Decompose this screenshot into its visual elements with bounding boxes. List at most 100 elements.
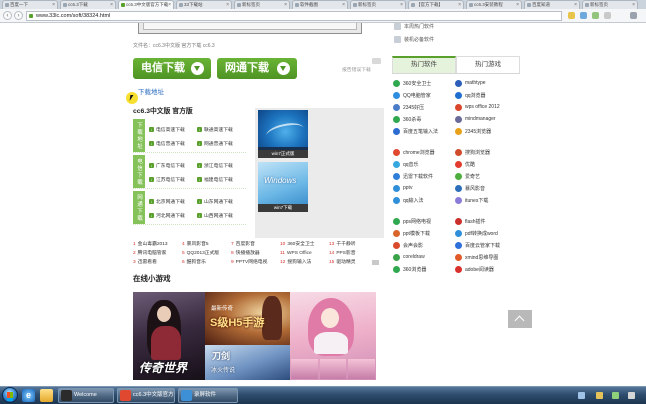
close-icon[interactable]: × <box>574 1 577 9</box>
sidebar-software-item[interactable]: 360安全卫士 <box>393 77 455 89</box>
game-banner[interactable]: 刀剑 冰火传说 <box>205 345 290 380</box>
start-button[interactable] <box>2 387 18 403</box>
download-link[interactable]: ↓ 江苏电信下载 <box>149 172 197 186</box>
close-icon[interactable]: × <box>632 1 635 9</box>
download-link[interactable]: ↓ 广东电信下载 <box>149 158 197 172</box>
download-group-tab[interactable]: 电信下载 <box>133 155 145 188</box>
list-item[interactable]: 14 PPS影音 <box>329 249 378 258</box>
browser-tab[interactable]: cc6.3安装教程 × <box>466 0 522 9</box>
download-link[interactable]: ↓ 联通高速下载 <box>197 122 245 136</box>
sidebar-software-item[interactable]: flash插件 <box>455 215 517 227</box>
menu-icon[interactable] <box>630 12 637 19</box>
sidebar-tab[interactable]: 热门软件 <box>392 56 456 73</box>
sidebar-software-item[interactable]: qq输入法 <box>393 194 455 206</box>
browser-tab[interactable]: 新标签页 × <box>234 0 290 9</box>
list-item[interactable]: 3 迅雷看看 <box>133 258 182 267</box>
taskbar-window-button[interactable]: 录屏软件 <box>178 388 238 403</box>
browser-tab[interactable]: 百度知道 × <box>524 0 580 9</box>
browser-tab[interactable]: 新标签页 × <box>350 0 406 9</box>
ad-marker-icon[interactable] <box>372 260 379 265</box>
list-item[interactable]: 13 千千静听 <box>329 240 378 249</box>
close-icon[interactable]: × <box>168 1 171 9</box>
browser-tab[interactable]: cc6.3中文版官方下载 × <box>118 0 174 9</box>
close-icon[interactable]: × <box>516 1 519 9</box>
tray-icon[interactable] <box>578 392 585 399</box>
sidebar-software-item[interactable]: coreldraw <box>393 251 455 263</box>
extension-icon[interactable] <box>592 12 599 19</box>
sidebar-software-item[interactable]: mathtype <box>455 77 517 89</box>
sidebar-software-item[interactable]: pdf转换成word <box>455 227 517 239</box>
close-icon[interactable]: × <box>284 1 287 9</box>
download-link[interactable]: ↓ 网通普通下载 <box>197 136 245 150</box>
screenshot-thumbnail[interactable]: win7正式版 <box>258 110 308 158</box>
sidebar-software-item[interactable]: 360杀毒 <box>393 113 455 125</box>
sidebar-link[interactable]: 装机必备软件 <box>394 36 434 43</box>
download-group-tab[interactable]: 网通下载 <box>133 191 145 224</box>
list-item[interactable]: 1 金山毒霸2013 <box>133 240 182 249</box>
sidebar-software-item[interactable]: 迅雷下载软件 <box>393 170 455 182</box>
sidebar-link[interactable]: 本周热门软件 <box>394 23 434 30</box>
browser-tab[interactable]: 33下载站 × <box>176 0 232 9</box>
download-group-tab[interactable]: 下载地址 <box>133 119 145 152</box>
sidebar-tab[interactable]: 热门游戏 <box>456 56 520 73</box>
list-item[interactable]: 12 搜狗输入法 <box>280 258 329 267</box>
tray-icon[interactable] <box>628 392 635 399</box>
telecom-download-button[interactable]: 电信下载 <box>133 58 211 79</box>
sidebar-software-item[interactable]: 360浏览器 <box>393 263 455 275</box>
sidebar-software-item[interactable]: pptv <box>393 182 455 194</box>
sidebar-software-item[interactable]: pps网络电视 <box>393 215 455 227</box>
browser-tab[interactable]: 新标签页 × <box>582 0 638 9</box>
sidebar-software-item[interactable]: qq音乐 <box>393 158 455 170</box>
game-banner[interactable]: 最新传奇 S级H5手游 <box>205 292 290 345</box>
close-icon[interactable]: × <box>458 1 461 9</box>
folder-icon[interactable] <box>40 389 53 402</box>
download-link[interactable]: ↓ 山西网通下载 <box>197 208 245 222</box>
tray-icon[interactable] <box>596 392 603 399</box>
sidebar-software-item[interactable]: adobe阅读器 <box>455 263 517 275</box>
list-item[interactable]: 10 360安全卫士 <box>280 240 329 249</box>
sidebar-software-item[interactable]: xmind思维导图 <box>455 251 517 263</box>
report-icon[interactable] <box>372 58 381 64</box>
back-arrow-icon[interactable]: ‹ <box>3 11 12 20</box>
back-to-top-button[interactable] <box>508 310 532 328</box>
taskbar-window-button[interactable]: cc6.3中文版官方下载 - Google Chrome <box>117 388 175 403</box>
download-address-link[interactable]: 下载地址 <box>138 86 164 96</box>
taskbar-window-button[interactable]: Welcome <box>58 388 114 403</box>
list-item[interactable]: 2 腾讯电脑管家 <box>133 249 182 258</box>
list-item[interactable]: 7 百度影音 <box>231 240 280 249</box>
download-link[interactable]: ↓ 河北网通下载 <box>149 208 197 222</box>
extension-icon[interactable] <box>580 12 587 19</box>
close-icon[interactable]: × <box>342 1 345 9</box>
list-item[interactable]: 4 暴风影音5 <box>182 240 231 249</box>
sidebar-software-item[interactable]: 暴风影音 <box>455 182 517 194</box>
close-icon[interactable]: × <box>400 1 403 9</box>
close-icon[interactable]: × <box>52 1 55 9</box>
extension-icon[interactable] <box>604 12 611 19</box>
internet-explorer-icon[interactable]: e <box>22 389 35 402</box>
report-error-link[interactable]: 报告错误下载 <box>342 66 371 73</box>
download-link[interactable]: ↓ 福建电信下载 <box>197 172 245 186</box>
sidebar-software-item[interactable]: itunes下载 <box>455 194 517 206</box>
sidebar-software-item[interactable]: chrome浏览器 <box>393 146 455 158</box>
browser-tab[interactable]: 百度一下 × <box>2 0 58 9</box>
sidebar-software-item[interactable]: qq浏览器 <box>455 89 517 101</box>
sidebar-software-item[interactable]: 搜狗浏览器 <box>455 146 517 158</box>
list-item[interactable]: 11 WPS Office <box>280 249 329 258</box>
sidebar-software-item[interactable]: 百度五笔输入法 <box>393 125 455 137</box>
sidebar-software-item[interactable]: 会声会影 <box>393 239 455 251</box>
browser-tab[interactable]: 软件截图 × <box>292 0 348 9</box>
game-banner[interactable]: 传奇世界 <box>133 292 205 380</box>
sidebar-software-item[interactable]: 爱奇艺 <box>455 170 517 182</box>
netcom-download-button[interactable]: 网通下载 <box>217 58 297 79</box>
sidebar-software-item[interactable]: 2345浏览器 <box>455 125 517 137</box>
sidebar-software-item[interactable]: 2345好压 <box>393 101 455 113</box>
download-link[interactable]: ↓ 电信高速下载 <box>149 122 197 136</box>
browser-tab[interactable]: 【官方下载】 × <box>408 0 464 9</box>
screenshot-thumbnail[interactable]: Windows win7下载 <box>258 162 308 212</box>
star-icon[interactable] <box>568 12 575 19</box>
sidebar-software-item[interactable]: QQ电脑管家 <box>393 89 455 101</box>
sidebar-software-item[interactable]: ppt模板下载 <box>393 227 455 239</box>
download-link[interactable]: ↓ 浙江电信下载 <box>197 158 245 172</box>
list-item[interactable]: 15 驱动精灵 <box>329 258 378 267</box>
sidebar-software-item[interactable]: 优酷 <box>455 158 517 170</box>
